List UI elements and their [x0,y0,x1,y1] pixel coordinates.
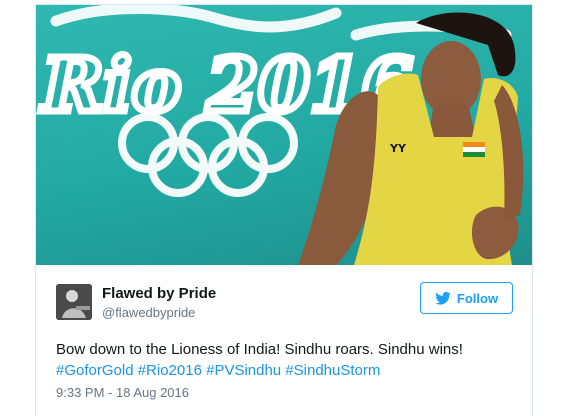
follow-label: Follow [456,290,499,306]
tweet-sentence: Bow down to the Lioness of India! Sindhu… [56,341,463,358]
svg-text:YY: YY [389,142,407,155]
tweet-timestamp[interactable]: 9:33 PM - 18 Aug 2016 [56,385,189,400]
tweet-text: Bow down to the Lioness of India! Sindhu… [56,339,516,381]
follow-button[interactable]: Follow [420,282,513,314]
author-name[interactable]: Flawed by Pride [102,285,216,302]
avatar-image [56,284,92,320]
avatar[interactable] [56,284,92,320]
photo-scene: Rio 2016 YY [37,5,524,265]
tweet-photo[interactable]: Rio 2016 YY [36,5,532,265]
twitter-bird-icon [435,291,451,305]
tweet-hashtags[interactable]: #GoforGold #Rio2016 #PVSindhu #SindhuSto… [56,360,516,381]
tweet-card: Rio 2016 YY Flawed by Pride @flawedbypri… [35,4,533,416]
tweet-body: Flawed by Pride @flawedbypride Follow Bo… [36,265,532,416]
author-handle[interactable]: @flawedbypride [102,305,195,320]
